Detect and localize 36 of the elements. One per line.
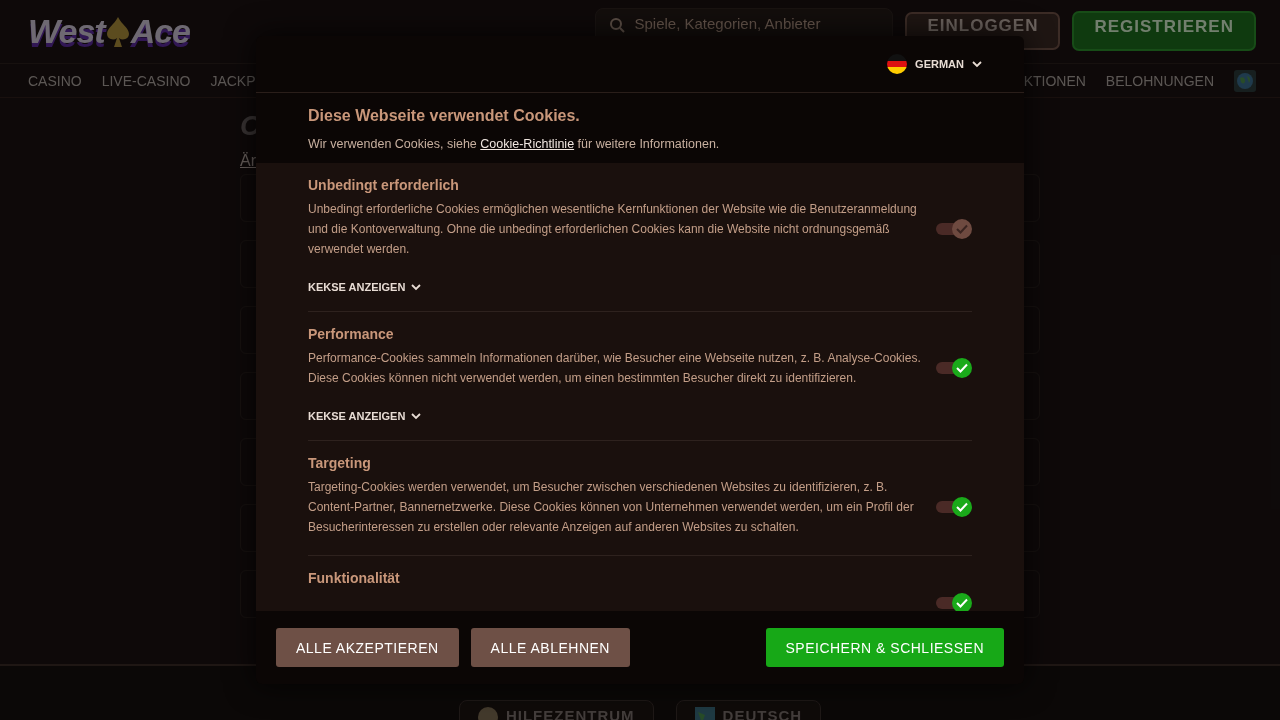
section-description: Targeting-Cookies werden verwendet, um Besucher zwischen verschiedenen Websites zu identifizieren, z. B. Content-Partner, Bannernetzwerke. Diese Cookies können von Unternehmen verwendet werden, um ein Profil der Besucherinteressen zu erstellen oder relevante Anzeigen auf anderen Websites zu schalten.: [308, 479, 915, 536]
check-icon: [956, 502, 968, 512]
details-toggle[interactable]: KEKSE ANZEIGEN: [308, 281, 422, 293]
chevron-down-icon: [972, 60, 982, 68]
consent-button[interactable]: ALLE AKZEPTIEREN: [276, 628, 459, 667]
check-icon: [956, 598, 968, 608]
chevron-down-icon: [411, 283, 422, 291]
logo-text: West: [28, 12, 105, 51]
check-icon: [956, 363, 968, 373]
section-title: Funktionalität: [308, 570, 401, 586]
consent-button[interactable]: ALLE ABLEHNEN: [470, 628, 630, 667]
register-button[interactable]: REGISTRIEREN: [1072, 11, 1256, 51]
toggle-switch[interactable]: [936, 496, 972, 518]
section-title: Performance: [308, 326, 395, 342]
policy-link[interactable]: Cookie-Richtlinie: [480, 137, 575, 151]
details-toggle[interactable]: KEKSE ANZEIGEN: [308, 410, 422, 422]
check-icon: [956, 224, 968, 234]
language-dropdown[interactable]: GERMAN: [881, 53, 988, 75]
search-icon: [609, 17, 626, 33]
text-link[interactable]: Är: [240, 152, 256, 170]
logo-text: Ace: [130, 12, 190, 51]
section-description: Performance-Cookies sammeln Informationen darüber, wie Besucher eine Webseite nutzen, z. B. Analyse-Cookies. Diese Cookies können nicht verwendet werden, um einen bestimmten Besucher direkt zu identifizieren.: [308, 350, 922, 387]
save-button[interactable]: SPEICHERN & SCHLIESSEN: [765, 628, 1004, 667]
intro-text: Wir verwenden Cookies, siehe Cookie-Richtlinie für weitere Informationen.: [308, 137, 721, 151]
chevron-down-icon: [411, 412, 422, 420]
nav-link[interactable]: JACKP: [210, 72, 256, 89]
section-description: Unbedingt erforderliche Cookies ermöglichen wesentliche Kernfunktionen der Website wie die Benutzeranmeldung und die Kontoverwaltung. Ohne die unbedingt erforderlichen Cookies kann die Website nicht ordnungsgemäß verwendet werden.: [308, 201, 918, 258]
toggle-switch[interactable]: [936, 357, 972, 379]
dialog-title: Diese Webseite verwendet Cookies.: [308, 107, 581, 125]
nav-link[interactable]: KTIONEN: [1023, 72, 1086, 89]
section-title: Unbedingt erforderlich: [308, 177, 460, 193]
flag-icon: [887, 54, 908, 74]
section-title: Targeting: [308, 455, 372, 471]
nav-link[interactable]: LIVE-CASINO: [101, 72, 191, 89]
nav-link[interactable]: CASINO: [28, 72, 82, 89]
nav-link[interactable]: BELOHNUNGEN: [1105, 72, 1214, 89]
